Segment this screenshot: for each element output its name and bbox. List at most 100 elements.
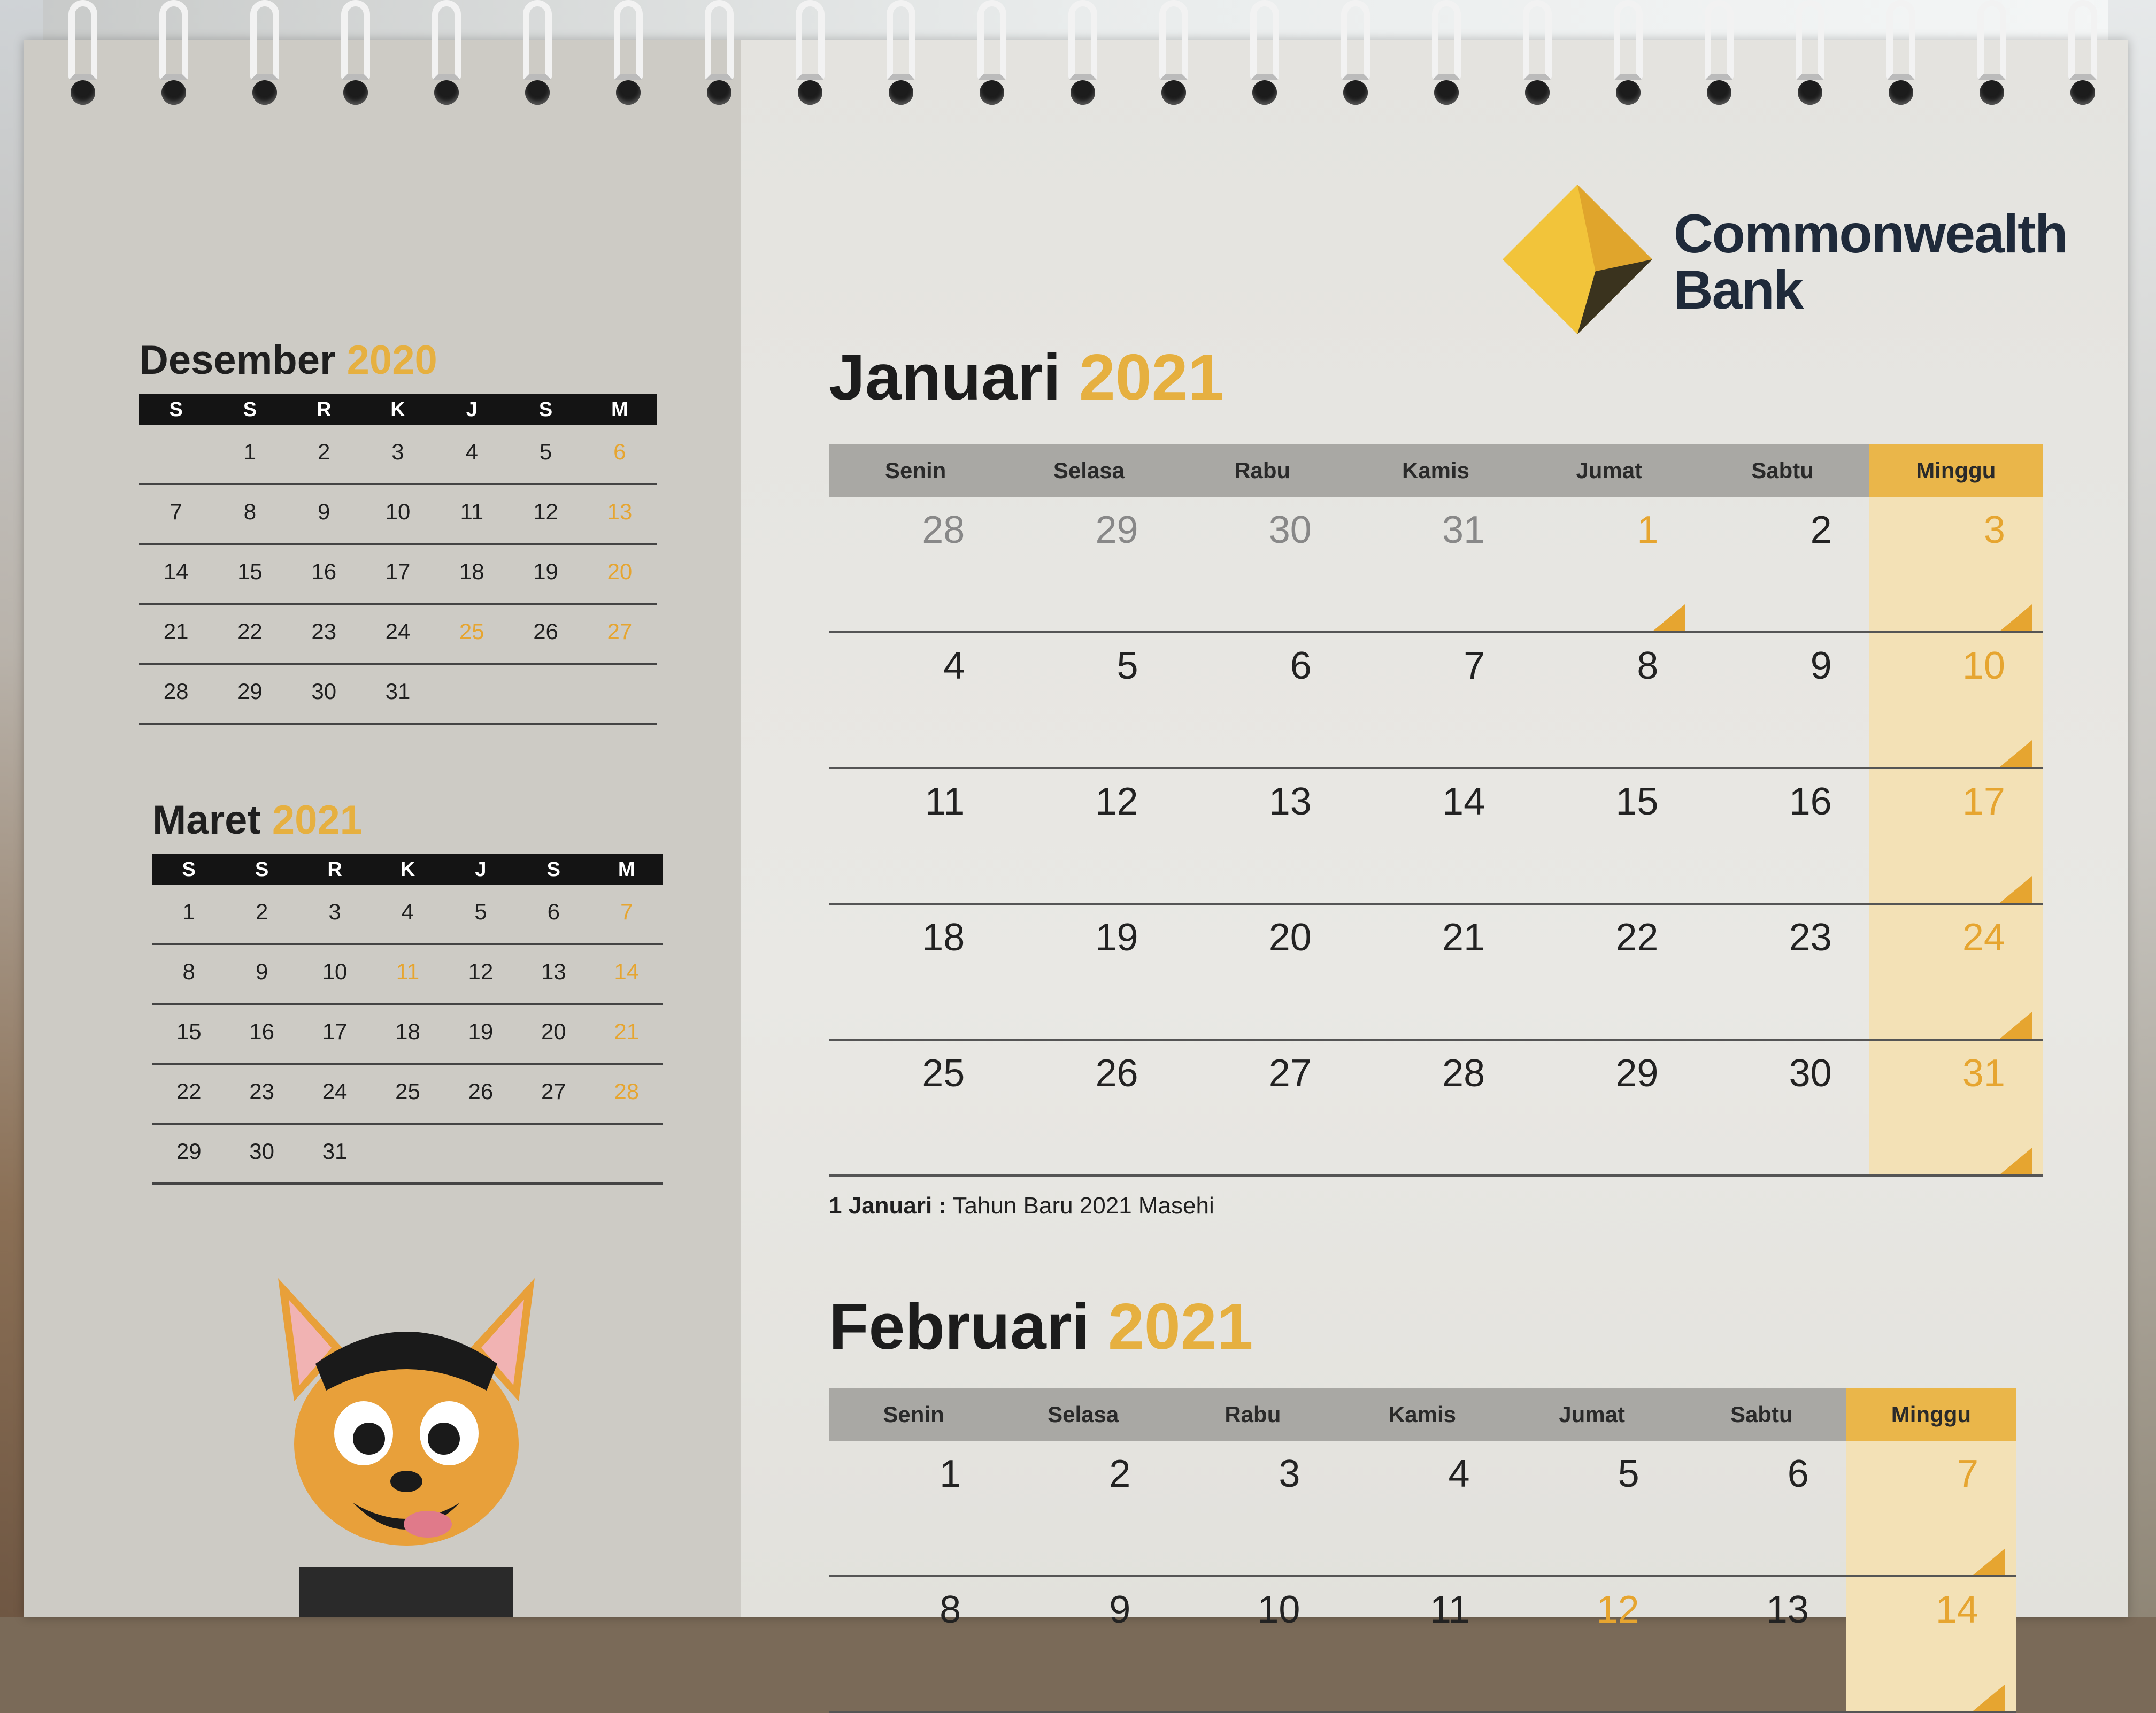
logo-line-1: Commonwealth bbox=[1674, 203, 2068, 264]
weekday-label-rabu: Rabu bbox=[1168, 1388, 1338, 1441]
mini-day-cell bbox=[517, 1125, 590, 1182]
ring-hole bbox=[1252, 80, 1277, 105]
holiday-text: Tahun Baru 2021 Masehi bbox=[946, 1193, 1214, 1219]
day-cell: 5 bbox=[1116, 644, 1138, 687]
day-cell: 8 bbox=[940, 1588, 961, 1631]
ring-wire bbox=[1886, 0, 1915, 80]
mini-day-cell: 10 bbox=[385, 499, 411, 524]
week-row: 28 29 30 31 1 2 3 bbox=[829, 497, 2043, 633]
weekday-label-jumat: Jumat bbox=[1507, 1388, 1677, 1441]
mini-day-cell: 24 bbox=[322, 1079, 348, 1104]
day-cell: 28 bbox=[1442, 1052, 1485, 1095]
day-cell: 8 bbox=[1637, 644, 1659, 687]
mini-day-cell: 16 bbox=[249, 1019, 274, 1044]
mini-day-cell: 6 bbox=[547, 899, 560, 924]
mini-day-cell: 13 bbox=[607, 499, 633, 524]
mini-day-cell: 27 bbox=[541, 1079, 566, 1104]
mini-day-cell: 27 bbox=[607, 619, 633, 644]
mini-day-cell: 30 bbox=[249, 1139, 274, 1164]
day-cell: 4 bbox=[943, 644, 965, 687]
spiral-ring bbox=[513, 0, 561, 107]
mini-week-row: 21 22 23 24 25 26 27 bbox=[139, 605, 657, 665]
mini-day-cell: 21 bbox=[163, 619, 189, 644]
month-name: Januari bbox=[829, 341, 1061, 413]
mini-weekday-label: R bbox=[316, 398, 332, 421]
day-cell: 4 bbox=[1448, 1453, 1470, 1495]
day-cell: 9 bbox=[1109, 1588, 1131, 1631]
mini-day-cell: 31 bbox=[322, 1139, 348, 1164]
mini-weekday-header: SSRKJSM bbox=[139, 394, 657, 425]
mini-day-cell: 7 bbox=[620, 899, 633, 924]
ring-hole bbox=[71, 80, 95, 105]
spiral-ring bbox=[1059, 0, 1107, 107]
mini-day-cell: 9 bbox=[255, 959, 268, 984]
ring-hole bbox=[2070, 80, 2095, 105]
mini-day-cell bbox=[444, 1125, 517, 1182]
logo-line-2: Bank bbox=[1674, 259, 1804, 320]
mini-weekday-label: J bbox=[475, 858, 487, 881]
spiral-ring bbox=[604, 0, 652, 107]
mini-week-row: 15 16 17 18 19 20 21 bbox=[152, 1005, 663, 1065]
ring-wire bbox=[1432, 0, 1461, 80]
mini-day-cell: 22 bbox=[237, 619, 263, 644]
day-cell: 13 bbox=[1268, 780, 1312, 823]
month-year: 2021 bbox=[1108, 1290, 1253, 1363]
mini-day-cell: 14 bbox=[163, 559, 189, 584]
day-cell: 1 bbox=[1522, 497, 1696, 631]
day-cell: 12 bbox=[1596, 1588, 1639, 1631]
day-cell: 6 bbox=[1290, 644, 1312, 687]
mini-day-cell: 8 bbox=[243, 499, 257, 524]
mini-year: 2020 bbox=[346, 337, 437, 383]
week-row: 11 12 13 14 15 16 17 bbox=[829, 769, 2043, 905]
mini-weekday-label: S bbox=[546, 858, 560, 881]
day-cell: 20 bbox=[1268, 916, 1312, 959]
mini-day-cell: 8 bbox=[182, 959, 195, 984]
mini-year: 2021 bbox=[272, 797, 363, 843]
day-cell: 21 bbox=[1442, 916, 1485, 959]
mini-day-cell: 21 bbox=[614, 1019, 640, 1044]
mini-week-row: 1 2 3 4 5 6 bbox=[139, 425, 657, 485]
mini-day-cell: 1 bbox=[182, 899, 195, 924]
weekday-label-sabtu: Sabtu bbox=[1696, 444, 1869, 497]
ring-hole bbox=[889, 80, 913, 105]
ring-hole bbox=[343, 80, 368, 105]
mini-calendar-desember: Desember 2020 SSRKJSM 1 2 3 4 5 6 7 8 9 10 11 12 13 1… bbox=[139, 337, 657, 725]
spiral-ring bbox=[1877, 0, 1925, 107]
mini-day-cell: 29 bbox=[237, 679, 263, 704]
month-title: Februari 2021 bbox=[829, 1289, 2016, 1364]
spiral-ring bbox=[1604, 0, 1652, 107]
day-cell: 29 bbox=[1615, 1052, 1659, 1095]
ring-hole bbox=[1525, 80, 1550, 105]
mini-weekday-label: J bbox=[466, 398, 478, 421]
mini-day-cell: 14 bbox=[614, 959, 640, 984]
mini-day-cell bbox=[435, 665, 509, 723]
mini-calendar-title: Maret 2021 bbox=[152, 797, 663, 843]
mini-weekday-label: R bbox=[327, 858, 342, 881]
mini-weekday-label: S bbox=[243, 398, 257, 421]
day-cell: 31 bbox=[1442, 509, 1485, 551]
month-grid: 1 2 3 4 5 6 7 8 9 10 11 12 13 14 bbox=[829, 1441, 2016, 1713]
ring-wire bbox=[614, 0, 643, 80]
day-cell: 1 bbox=[940, 1453, 961, 1495]
weekday-header: Senin Selasa Rabu Kamis Jumat Sabtu Minggu bbox=[829, 1388, 2016, 1441]
holiday-date: 1 Januari : bbox=[829, 1193, 947, 1219]
day-cell: 9 bbox=[1810, 644, 1832, 687]
mini-day-cell: 17 bbox=[322, 1019, 348, 1044]
ring-hole bbox=[1343, 80, 1368, 105]
mini-day-cell: 29 bbox=[176, 1139, 202, 1164]
weekday-label-sabtu: Sabtu bbox=[1676, 1388, 1846, 1441]
mini-day-cell: 13 bbox=[541, 959, 566, 984]
ring-wire bbox=[796, 0, 825, 80]
mini-day-cell: 12 bbox=[468, 959, 494, 984]
day-cell: 23 bbox=[1789, 916, 1832, 959]
ring-hole bbox=[1434, 80, 1459, 105]
ring-hole bbox=[798, 80, 822, 105]
mini-day-cell: 18 bbox=[459, 559, 484, 584]
day-cell: 24 bbox=[1869, 905, 2043, 1039]
month-name: Februari bbox=[829, 1290, 1090, 1363]
ring-hole bbox=[980, 80, 1004, 105]
mini-weekday-label: M bbox=[611, 398, 628, 421]
ring-wire bbox=[1068, 0, 1097, 80]
mini-weekday-header: SSRKJSM bbox=[152, 854, 663, 885]
mini-day-cell bbox=[371, 1125, 444, 1182]
